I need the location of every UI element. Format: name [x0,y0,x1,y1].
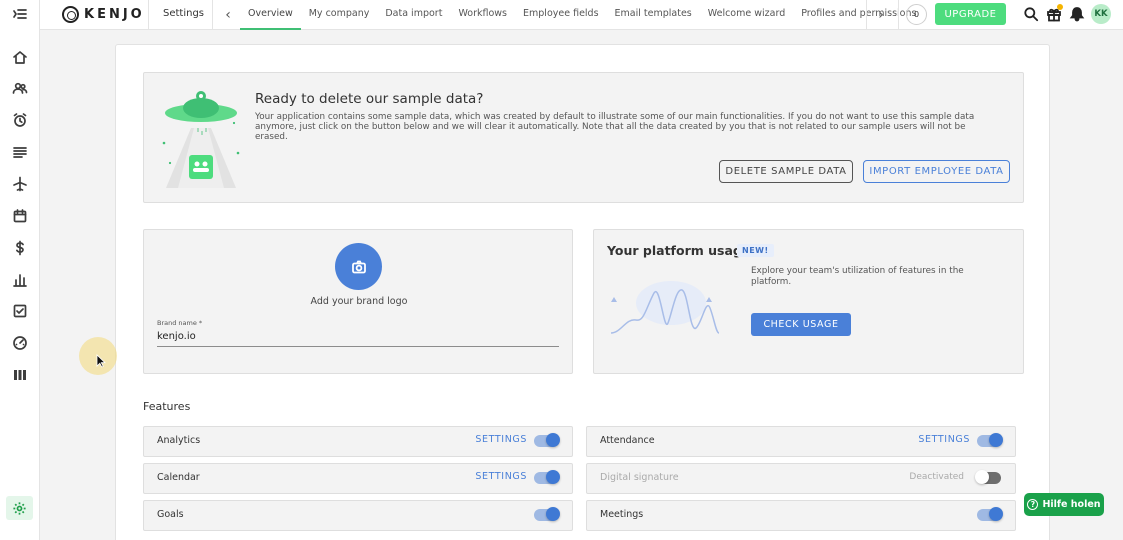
notification-counter[interactable]: 0 [906,4,927,25]
kenjo-logo[interactable]: KENJO [62,6,145,23]
tab-data-import[interactable]: Data import [377,0,450,30]
feature-status: Deactivated [909,472,964,482]
sample-data-card: Ready to delete our sample data? Your ap… [143,72,1024,203]
sidebar [0,0,40,540]
feature-name: Goals [157,509,184,520]
dollar-icon[interactable] [10,238,30,258]
divider [866,0,867,30]
features-title: Features [143,400,191,413]
feature-attendance: Attendance SETTINGS [586,426,1016,457]
gear-icon[interactable] [6,496,33,520]
upload-logo-button[interactable] [335,243,382,290]
feature-name: Digital signature [600,472,679,483]
platform-usage-title: Your platform usage [607,243,751,258]
divider [212,0,213,30]
gift-icon[interactable] [1046,4,1063,22]
top-bar: KENJO Settings ‹ Overview My company Dat… [40,0,1123,30]
columns-icon[interactable] [10,365,30,385]
check-usage-button[interactable]: CHECK USAGE [751,313,851,336]
import-employee-data-button[interactable]: IMPORT EMPLOYEE DATA [863,160,1010,183]
goals-toggle[interactable] [534,507,560,521]
notification-dot [1057,4,1063,10]
attendance-toggle[interactable] [977,433,1003,447]
camera-icon [351,260,366,273]
tab-workflows[interactable]: Workflows [450,0,515,30]
upgrade-button[interactable]: UPGRADE [935,3,1006,25]
kenjo-logo-icon [62,6,79,23]
checkbox-icon[interactable] [10,301,30,321]
bell-icon[interactable] [1069,6,1085,22]
tabs-prev-icon[interactable]: ‹ [220,6,236,24]
tab-profiles-permissions[interactable]: Profiles and permissions [793,0,924,30]
help-button[interactable]: ? Hilfe holen [1024,493,1104,516]
digital-signature-toggle[interactable] [975,470,1001,484]
feature-name: Analytics [157,435,201,446]
overview-panel: Ready to delete our sample data? Your ap… [115,44,1050,540]
help-label: Hilfe holen [1042,499,1101,510]
meetings-toggle[interactable] [977,507,1003,521]
tab-overview[interactable]: Overview [240,0,301,30]
tabs-next-icon[interactable]: › [873,6,889,24]
feature-calendar: Calendar SETTINGS [143,463,573,494]
analytics-toggle[interactable] [534,433,560,447]
brand-name-label: Brand name * [157,319,203,327]
tab-my-company[interactable]: My company [301,0,378,30]
settings-tabs: Overview My company Data import Workflow… [240,0,924,30]
feature-name: Meetings [600,509,644,520]
new-badge: NEW! [737,244,774,257]
people-icon[interactable] [10,78,30,98]
feature-meetings: Meetings [586,500,1016,531]
feature-goals: Goals [143,500,573,531]
tab-employee-fields[interactable]: Employee fields [515,0,607,30]
feature-name: Attendance [600,435,655,446]
mouse-pointer-icon [96,354,106,368]
brand-name-input[interactable]: kenjo.io [157,331,559,347]
list-icon[interactable] [10,142,30,162]
feature-analytics: Analytics SETTINGS [143,426,573,457]
section-title: Settings [163,8,205,19]
calendar-toggle[interactable] [534,470,560,484]
search-icon[interactable] [1023,6,1039,22]
platform-usage-card: Your platform usage NEW! Explore your te… [593,229,1024,374]
divider [898,0,899,30]
feature-name: Calendar [157,472,200,483]
alarm-clock-icon[interactable] [10,110,30,130]
delete-sample-data-button[interactable]: DELETE SAMPLE DATA [719,160,853,183]
calendar-icon[interactable] [10,206,30,226]
brand-logo-label: Add your brand logo [310,296,408,307]
home-icon[interactable] [10,47,30,67]
user-avatar[interactable]: KK [1091,4,1111,24]
bar-chart-icon[interactable] [10,270,30,290]
analytics-settings-link[interactable]: SETTINGS [475,434,527,445]
feature-digital-signature: Digital signature Deactivated [586,463,1016,494]
ufo-illustration [162,91,240,188]
attendance-settings-link[interactable]: SETTINGS [918,434,970,445]
divider [148,0,149,30]
menu-toggle-icon[interactable] [10,4,30,24]
calendar-settings-link[interactable]: SETTINGS [475,471,527,482]
tab-email-templates[interactable]: Email templates [607,0,700,30]
platform-usage-description: Explore your team's utilization of featu… [751,266,964,287]
sample-data-title: Ready to delete our sample data? [255,91,484,107]
logo-text: KENJO [84,7,145,22]
sample-data-description: Your application contains some sample da… [255,112,975,142]
question-icon: ? [1027,499,1039,510]
airplane-icon[interactable] [10,174,30,194]
tab-welcome-wizard[interactable]: Welcome wizard [700,0,793,30]
gauge-icon[interactable] [10,333,30,353]
brand-card: Add your brand logo Brand name * kenjo.i… [143,229,573,374]
usage-graph-illustration [606,278,721,340]
